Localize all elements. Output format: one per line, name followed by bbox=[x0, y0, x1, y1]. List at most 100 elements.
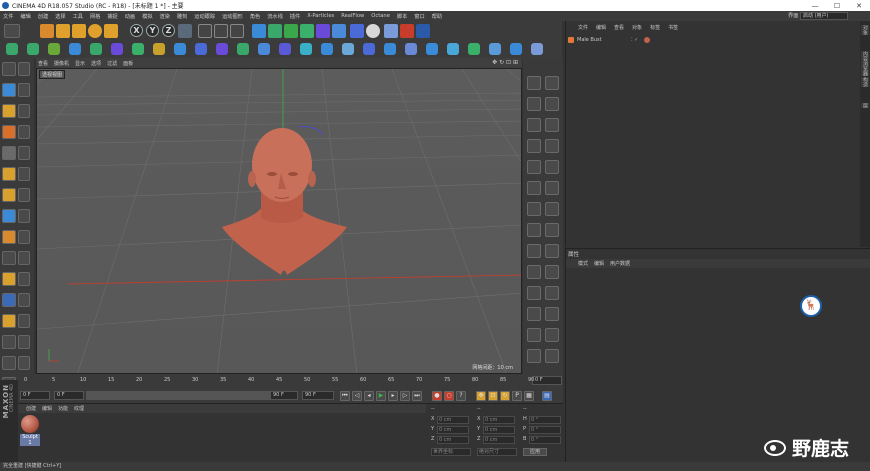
coord-size-field[interactable]: 0 cm bbox=[483, 416, 515, 424]
attribute-menu-item[interactable]: 用户数据 bbox=[610, 260, 630, 267]
menu-item[interactable]: 插件 bbox=[290, 13, 300, 20]
plugin-tool-icon[interactable] bbox=[111, 43, 123, 55]
mode-tool-icon[interactable] bbox=[2, 62, 16, 76]
plugin-tool-icon[interactable] bbox=[384, 43, 396, 55]
coord-size-field[interactable]: 0 cm bbox=[483, 426, 515, 434]
plugin-tool-icon[interactable] bbox=[321, 43, 333, 55]
attribute-menu-item[interactable]: 编辑 bbox=[594, 260, 604, 267]
menu-item[interactable]: 工具 bbox=[73, 13, 83, 20]
modeling-tool-icon[interactable] bbox=[18, 251, 30, 265]
menu-item[interactable]: 窗口 bbox=[414, 13, 424, 20]
menu-item[interactable]: 雕刻 bbox=[177, 13, 187, 20]
sculpt-brush-icon[interactable] bbox=[545, 349, 559, 363]
keyframe-selection-icon[interactable]: ? bbox=[456, 391, 466, 401]
key-param-icon[interactable]: P bbox=[512, 391, 522, 401]
prev-frame-icon[interactable]: ◂ bbox=[364, 391, 374, 401]
layout-select[interactable]: 启动 (用户) bbox=[800, 12, 848, 20]
menu-item[interactable]: 捕捉 bbox=[107, 13, 117, 20]
plugin-tool-icon[interactable] bbox=[132, 43, 144, 55]
plugin-tool-icon[interactable] bbox=[426, 43, 438, 55]
modeling-tool-icon[interactable] bbox=[18, 230, 30, 244]
current-frame-field[interactable]: 0 F bbox=[20, 391, 50, 400]
plugin-tool-icon[interactable] bbox=[531, 43, 543, 55]
min-frame-field[interactable]: 0 F bbox=[54, 391, 84, 400]
attribute-menu-item[interactable]: 模式 bbox=[578, 260, 588, 267]
mode-tool-icon[interactable] bbox=[2, 104, 16, 118]
timeline-end-frame[interactable]: 0 F bbox=[532, 376, 562, 385]
sculpt-brush-icon[interactable] bbox=[527, 349, 541, 363]
sculpt-brush-icon[interactable] bbox=[545, 181, 559, 195]
material-tag-icon[interactable] bbox=[644, 37, 651, 43]
plugin-tool-icon[interactable] bbox=[279, 43, 291, 55]
visibility-dots-icon[interactable]: ⁚ ✓ bbox=[631, 37, 638, 43]
prev-key-icon[interactable]: ◁ bbox=[352, 391, 362, 401]
plugin-tool-icon[interactable] bbox=[69, 43, 81, 55]
sculpt-brush-icon[interactable] bbox=[527, 181, 541, 195]
modeling-tool-icon[interactable] bbox=[18, 314, 30, 328]
mode-tool-icon[interactable] bbox=[2, 251, 16, 265]
mode-tool-icon[interactable] bbox=[2, 314, 16, 328]
sculpt-brush-icon[interactable] bbox=[545, 223, 559, 237]
undo-icon[interactable] bbox=[4, 24, 20, 38]
coord-rotation-field[interactable]: 0 ° bbox=[529, 416, 561, 424]
viewport-menu-item[interactable]: 选项 bbox=[91, 60, 101, 67]
menu-item[interactable]: 脚本 bbox=[397, 13, 407, 20]
plugin-tool-icon[interactable] bbox=[300, 43, 312, 55]
mode-tool-icon[interactable] bbox=[2, 167, 16, 181]
plugin-tool-icon[interactable] bbox=[6, 43, 18, 55]
object-menu-item[interactable]: 编辑 bbox=[596, 24, 606, 31]
object-menu-item[interactable]: 书签 bbox=[668, 24, 678, 31]
move-icon[interactable] bbox=[56, 24, 70, 38]
modeling-tool-icon[interactable] bbox=[18, 356, 30, 370]
menu-item[interactable]: 模拟 bbox=[142, 13, 152, 20]
plugin-tool-icon[interactable] bbox=[258, 43, 270, 55]
size-mode-select[interactable]: 绝对尺寸 bbox=[477, 448, 517, 456]
minimize-button[interactable]: — bbox=[804, 2, 826, 10]
viewport-menu-item[interactable]: 过滤 bbox=[107, 60, 117, 67]
key-position-icon[interactable]: ✥ bbox=[476, 391, 486, 401]
coord-position-field[interactable]: 0 cm bbox=[437, 426, 469, 434]
key-rotation-icon[interactable]: ↻ bbox=[500, 391, 510, 401]
sculpt-brush-icon[interactable] bbox=[527, 139, 541, 153]
sculpt-brush-icon[interactable] bbox=[527, 328, 541, 342]
xparticles-icon[interactable] bbox=[400, 24, 414, 38]
pen-spline-icon[interactable] bbox=[268, 24, 282, 38]
select-cursor-icon[interactable] bbox=[40, 24, 54, 38]
object-menu-item[interactable]: 标签 bbox=[650, 24, 660, 31]
camera-icon[interactable] bbox=[350, 24, 364, 38]
sculpt-brush-icon[interactable] bbox=[527, 76, 541, 90]
scale-icon[interactable] bbox=[72, 24, 86, 38]
mode-tool-icon[interactable] bbox=[2, 293, 16, 307]
modeling-tool-icon[interactable] bbox=[18, 209, 30, 223]
plugin-tool-icon[interactable] bbox=[48, 43, 60, 55]
viewport-menu-item[interactable]: 面板 bbox=[123, 60, 133, 67]
side-tab[interactable]: 内容浏览器 bbox=[861, 51, 869, 76]
side-tab[interactable]: 层 bbox=[861, 103, 869, 108]
mode-tool-icon[interactable] bbox=[2, 356, 16, 370]
plugin-tool-icon[interactable] bbox=[174, 43, 186, 55]
sculpt-brush-icon[interactable] bbox=[545, 244, 559, 258]
modeling-tool-icon[interactable] bbox=[18, 146, 30, 160]
octane-icon[interactable] bbox=[416, 24, 430, 38]
object-row[interactable]: Male Bust ⁚ ✓ bbox=[568, 36, 858, 44]
modeling-tool-icon[interactable] bbox=[18, 104, 30, 118]
key-pla-icon[interactable]: ▦ bbox=[524, 391, 534, 401]
plugin-tool-icon[interactable] bbox=[489, 43, 501, 55]
mode-tool-icon[interactable] bbox=[2, 83, 16, 97]
menu-item[interactable]: 帮助 bbox=[432, 13, 442, 20]
plugin-tool-icon[interactable] bbox=[237, 43, 249, 55]
mode-tool-icon[interactable] bbox=[2, 188, 16, 202]
light-icon[interactable] bbox=[366, 24, 380, 38]
coord-size-field[interactable]: 0 cm bbox=[483, 436, 515, 444]
mode-tool-icon[interactable] bbox=[2, 125, 16, 139]
sculpt-brush-icon[interactable] bbox=[545, 307, 559, 321]
sculpt-brush-icon[interactable] bbox=[527, 223, 541, 237]
plugin-tool-icon[interactable] bbox=[510, 43, 522, 55]
plugin-tool-icon[interactable] bbox=[216, 43, 228, 55]
maximize-button[interactable]: ☐ bbox=[826, 2, 848, 10]
coord-position-field[interactable]: 0 cm bbox=[437, 436, 469, 444]
rotate-icon[interactable] bbox=[88, 24, 102, 38]
plugin-tool-icon[interactable] bbox=[342, 43, 354, 55]
side-tab[interactable]: 对象 bbox=[861, 25, 869, 35]
menu-item[interactable]: 运动跟踪 bbox=[194, 13, 215, 20]
